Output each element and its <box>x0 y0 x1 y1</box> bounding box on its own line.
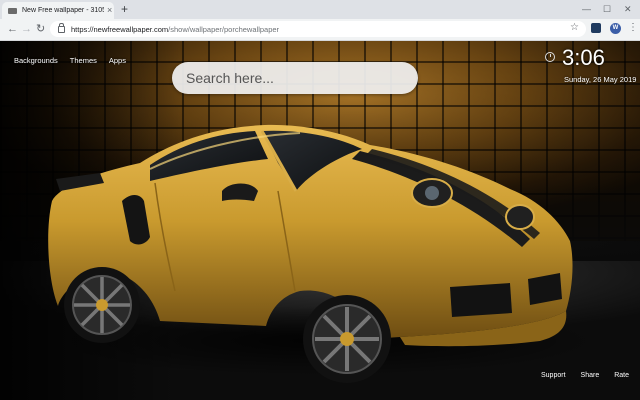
page-icon <box>8 7 17 14</box>
share-link[interactable]: Share <box>581 372 600 379</box>
support-link[interactable]: Support <box>541 372 566 379</box>
top-nav-links: Backgrounds Themes Apps <box>14 56 126 65</box>
browser-toolbar: ← → ↻ https://newfreewallpaper.com/show/… <box>0 19 640 41</box>
new-tab-page: Backgrounds Themes Apps 3:06 Sunday, 26 … <box>0 41 640 400</box>
tab-title: New Free wallpaper - 310520191 <box>22 7 104 14</box>
rear-wheel <box>64 267 140 343</box>
extension-badge: W <box>612 25 619 31</box>
tab-strip: New Free wallpaper - 310520191 × + — ☐ ✕ <box>0 0 640 19</box>
url-path: /show/wallpaper/porchewallpaper <box>168 24 280 34</box>
url-text: https://newfreewallpaper.com/show/wallpa… <box>71 25 279 34</box>
search-input[interactable] <box>184 69 408 87</box>
minimize-icon[interactable]: — <box>582 3 591 15</box>
reload-icon[interactable]: ↻ <box>36 22 45 36</box>
car-wallpaper-image <box>40 124 600 383</box>
browser-tab[interactable]: New Free wallpaper - 310520191 × <box>2 2 114 19</box>
clock-time: 3:06 <box>562 45 605 70</box>
close-icon[interactable]: × <box>107 6 112 15</box>
nav-link-themes[interactable]: Themes <box>70 56 97 65</box>
forward-arrow-icon[interactable]: → <box>21 22 32 36</box>
maximize-icon[interactable]: ☐ <box>603 3 611 15</box>
profile-extension-icon[interactable]: W <box>610 23 621 34</box>
star-icon[interactable]: ☆ <box>570 22 579 33</box>
plus-icon[interactable]: + <box>121 1 128 17</box>
nav-link-backgrounds[interactable]: Backgrounds <box>14 56 58 65</box>
url-host: https://newfreewallpaper.com <box>71 24 169 34</box>
address-bar[interactable]: https://newfreewallpaper.com/show/wallpa… <box>50 21 586 37</box>
lock-icon <box>58 22 65 33</box>
nav-link-apps[interactable]: Apps <box>109 56 126 65</box>
footer-links: Support Share Rate <box>541 372 629 379</box>
clock-icon[interactable] <box>545 52 555 62</box>
extension-icon[interactable] <box>591 23 601 33</box>
clock-date: Sunday, 26 May 2019 <box>564 75 637 84</box>
front-wheel <box>303 295 391 383</box>
back-arrow-icon[interactable]: ← <box>7 22 18 36</box>
rate-link[interactable]: Rate <box>614 372 629 379</box>
menu-dots-icon[interactable]: ⋮ <box>628 22 638 33</box>
window-close-icon[interactable]: ✕ <box>624 3 632 15</box>
search-box <box>172 62 418 94</box>
